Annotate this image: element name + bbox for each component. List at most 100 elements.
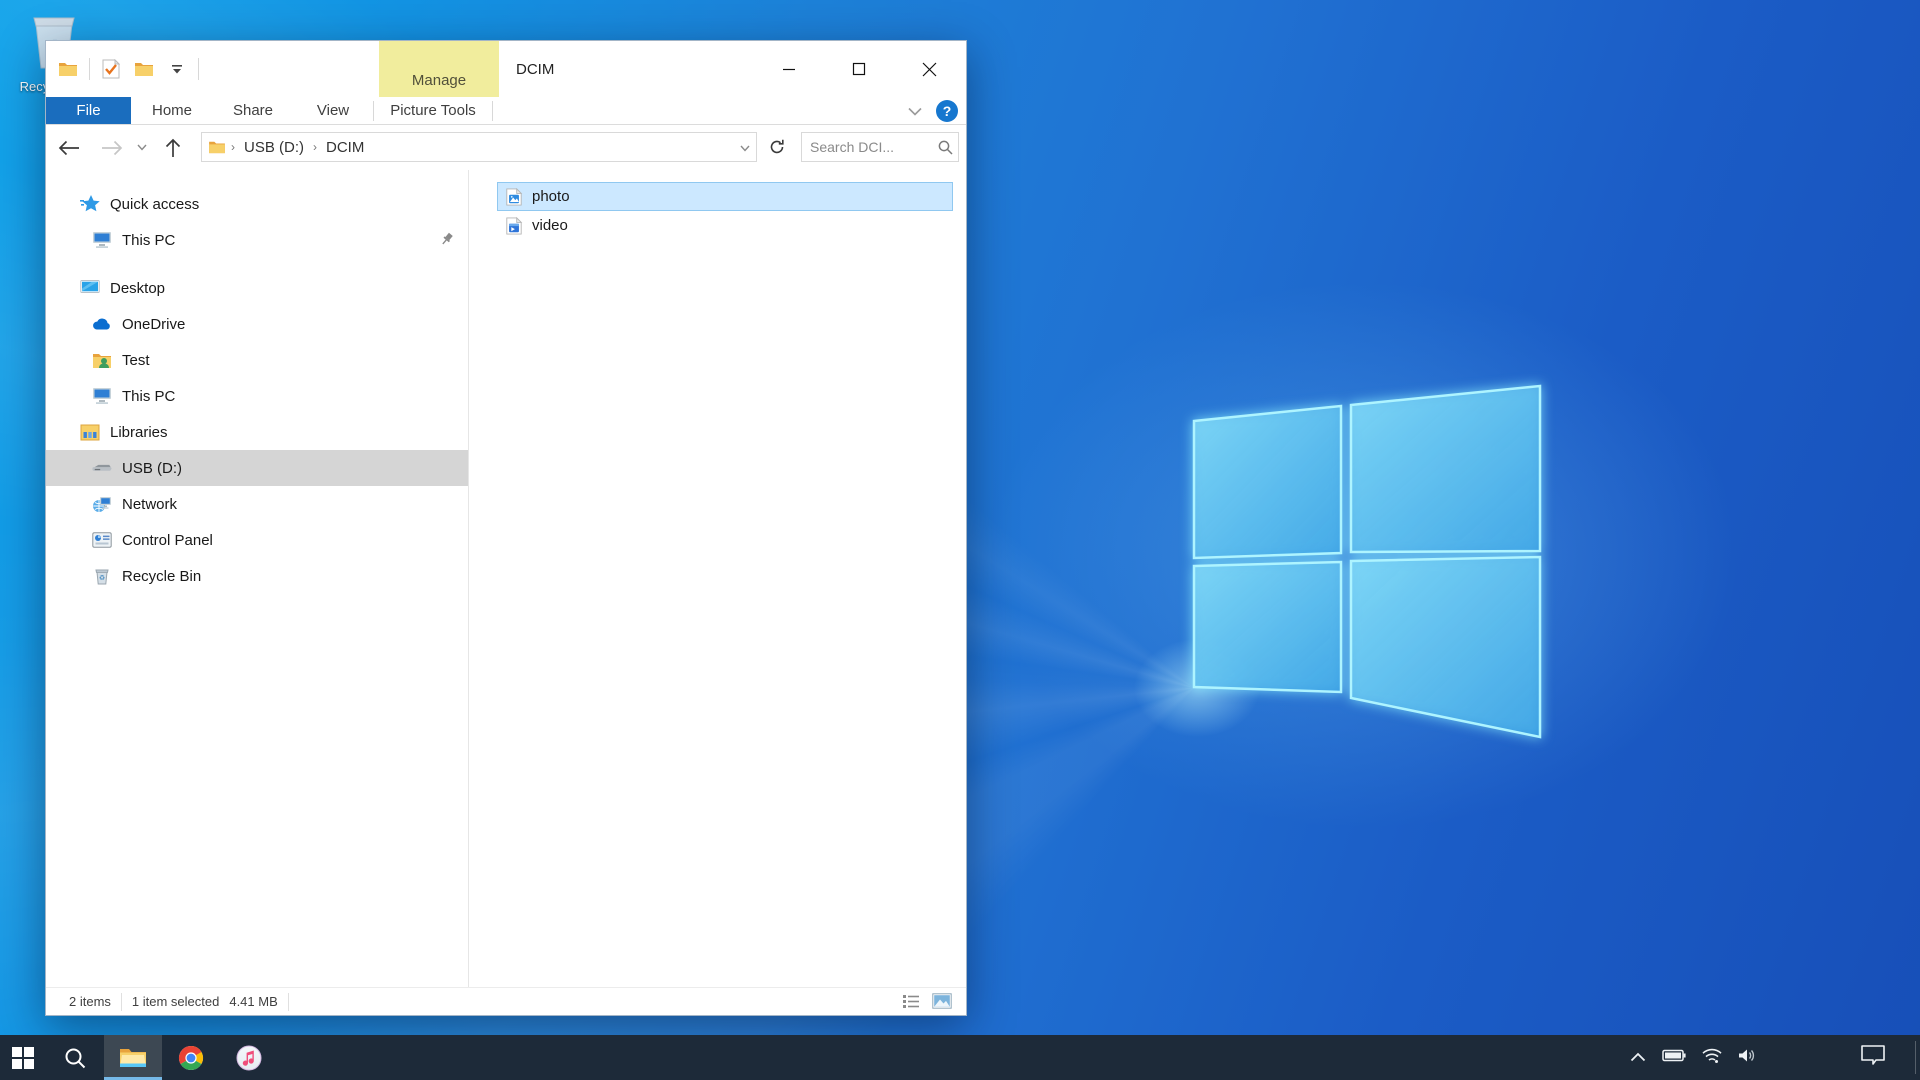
window-title: DCIM — [516, 41, 554, 97]
taskbar — [0, 1035, 1920, 1080]
taskbar-chrome-button[interactable] — [162, 1035, 220, 1080]
libraries-icon — [80, 422, 100, 442]
back-button[interactable] — [58, 133, 80, 163]
taskbar-file-explorer-button[interactable] — [104, 1035, 162, 1080]
battery-icon[interactable] — [1662, 1049, 1686, 1067]
file-list: photo video — [469, 170, 966, 987]
qat-separator — [198, 58, 199, 80]
taskbar-itunes-button[interactable] — [220, 1035, 278, 1080]
file-explorer-icon — [119, 1047, 147, 1069]
tab-share[interactable]: Share — [213, 97, 293, 124]
sidebar-item-network[interactable]: Network — [46, 486, 468, 522]
refresh-button[interactable] — [762, 132, 792, 162]
ribbon-tabs: File Home Share View Picture Tools ? — [46, 97, 966, 125]
tab-view[interactable]: View — [293, 97, 373, 124]
image-file-icon — [505, 188, 523, 206]
tab-file[interactable]: File — [46, 97, 131, 124]
breadcrumb-usb-drive[interactable]: USB (D:) — [240, 139, 308, 156]
file-name: video — [532, 217, 568, 234]
sidebar-item-label: Control Panel — [122, 532, 213, 549]
address-dropdown-chevron-icon[interactable] — [740, 139, 750, 156]
minimize-button[interactable] — [754, 41, 824, 97]
sidebar-item-label: Desktop — [110, 280, 165, 297]
control-panel-icon — [92, 530, 112, 550]
sidebar-item-usb-drive[interactable]: USB (D:) — [46, 450, 468, 486]
sidebar-item-recycle-bin[interactable]: ♻ Recycle Bin — [46, 558, 468, 594]
sidebar-item-label: Recycle Bin — [122, 568, 201, 585]
tab-manage[interactable]: Manage — [379, 41, 499, 97]
expand-ribbon-chevron-icon[interactable] — [908, 103, 922, 120]
sidebar-item-label: Test — [122, 352, 150, 369]
sidebar-item-desktop[interactable]: Desktop — [46, 270, 468, 306]
windows-start-icon — [12, 1047, 34, 1069]
file-name: photo — [532, 188, 570, 205]
sidebar-item-libraries[interactable]: Libraries — [46, 414, 468, 450]
search-input[interactable] — [802, 133, 932, 161]
system-tray — [1630, 1035, 1886, 1080]
tab-home[interactable]: Home — [131, 97, 213, 124]
status-separator — [121, 993, 122, 1011]
show-desktop-button[interactable] — [1915, 1041, 1920, 1074]
address-bar-row: › USB (D:) › DCIM — [46, 125, 966, 170]
desktop-icon — [80, 278, 100, 298]
volume-icon[interactable] — [1738, 1048, 1756, 1068]
action-center-icon[interactable] — [1860, 1044, 1886, 1071]
properties-check-icon[interactable] — [99, 57, 123, 81]
pin-icon — [440, 232, 454, 250]
svg-text:♻: ♻ — [99, 575, 105, 582]
tab-separator — [492, 101, 493, 121]
onedrive-cloud-icon — [92, 314, 112, 334]
start-button[interactable] — [0, 1035, 46, 1080]
thumbnail-view-button[interactable] — [932, 993, 952, 1012]
taskbar-search-button[interactable] — [46, 1035, 104, 1080]
details-view-button[interactable] — [902, 993, 920, 1012]
quick-access-toolbar — [56, 41, 199, 97]
close-button[interactable] — [894, 41, 964, 97]
sidebar-item-label: Network — [122, 496, 177, 513]
up-button[interactable] — [165, 133, 181, 163]
quick-access-star-icon — [80, 194, 100, 214]
customize-qat-chevron-icon[interactable] — [165, 57, 189, 81]
explorer-folder-icon[interactable] — [56, 57, 80, 81]
recycle-bin-icon: ♻ — [92, 566, 112, 586]
status-separator — [288, 993, 289, 1011]
sidebar-item-test[interactable]: Test — [46, 342, 468, 378]
sidebar-item-onedrive[interactable]: OneDrive — [46, 306, 468, 342]
sidebar-item-quick-access[interactable]: Quick access — [46, 186, 468, 222]
wifi-icon[interactable] — [1702, 1048, 1722, 1068]
navigation-pane: Quick access This PC Desktop — [46, 170, 469, 987]
user-folder-icon — [92, 350, 112, 370]
sidebar-item-label: Libraries — [110, 424, 168, 441]
sidebar-item-this-pc-pinned[interactable]: This PC — [46, 222, 468, 258]
recent-locations-chevron-icon[interactable] — [137, 133, 147, 163]
search-box[interactable] — [801, 132, 959, 162]
breadcrumb-chevron-icon[interactable]: › — [308, 140, 322, 154]
items-count: 2 items — [69, 994, 111, 1009]
chrome-icon — [178, 1045, 204, 1071]
breadcrumb-chevron-icon[interactable]: › — [226, 140, 240, 154]
sidebar-item-label: This PC — [122, 388, 175, 405]
new-folder-icon[interactable] — [132, 57, 156, 81]
file-item-video[interactable]: video — [497, 211, 953, 240]
search-icon — [64, 1047, 86, 1069]
selection-count: 1 item selected — [132, 994, 219, 1009]
sidebar-item-control-panel[interactable]: Control Panel — [46, 522, 468, 558]
breadcrumb-dcim[interactable]: DCIM — [322, 139, 368, 156]
help-button[interactable]: ? — [936, 100, 958, 122]
caption-buttons — [754, 41, 964, 97]
forward-button[interactable] — [101, 133, 123, 163]
status-bar: 2 items 1 item selected 4.41 MB — [46, 987, 966, 1015]
address-bar[interactable]: › USB (D:) › DCIM — [201, 132, 757, 162]
this-pc-icon — [92, 386, 112, 406]
file-item-photo[interactable]: photo — [497, 182, 953, 211]
title-bar: Manage DCIM — [46, 41, 966, 97]
hidden-icons-chevron-icon[interactable] — [1630, 1049, 1646, 1067]
search-icon[interactable] — [932, 140, 958, 155]
network-icon — [92, 494, 112, 514]
sidebar-item-label: This PC — [122, 232, 175, 249]
tab-picture-tools[interactable]: Picture Tools — [374, 97, 492, 124]
maximize-button[interactable] — [824, 41, 894, 97]
sidebar-item-this-pc[interactable]: This PC — [46, 378, 468, 414]
file-explorer-window: Manage DCIM File Home Share View Picture… — [45, 40, 967, 1016]
selection-size: 4.41 MB — [229, 994, 277, 1009]
